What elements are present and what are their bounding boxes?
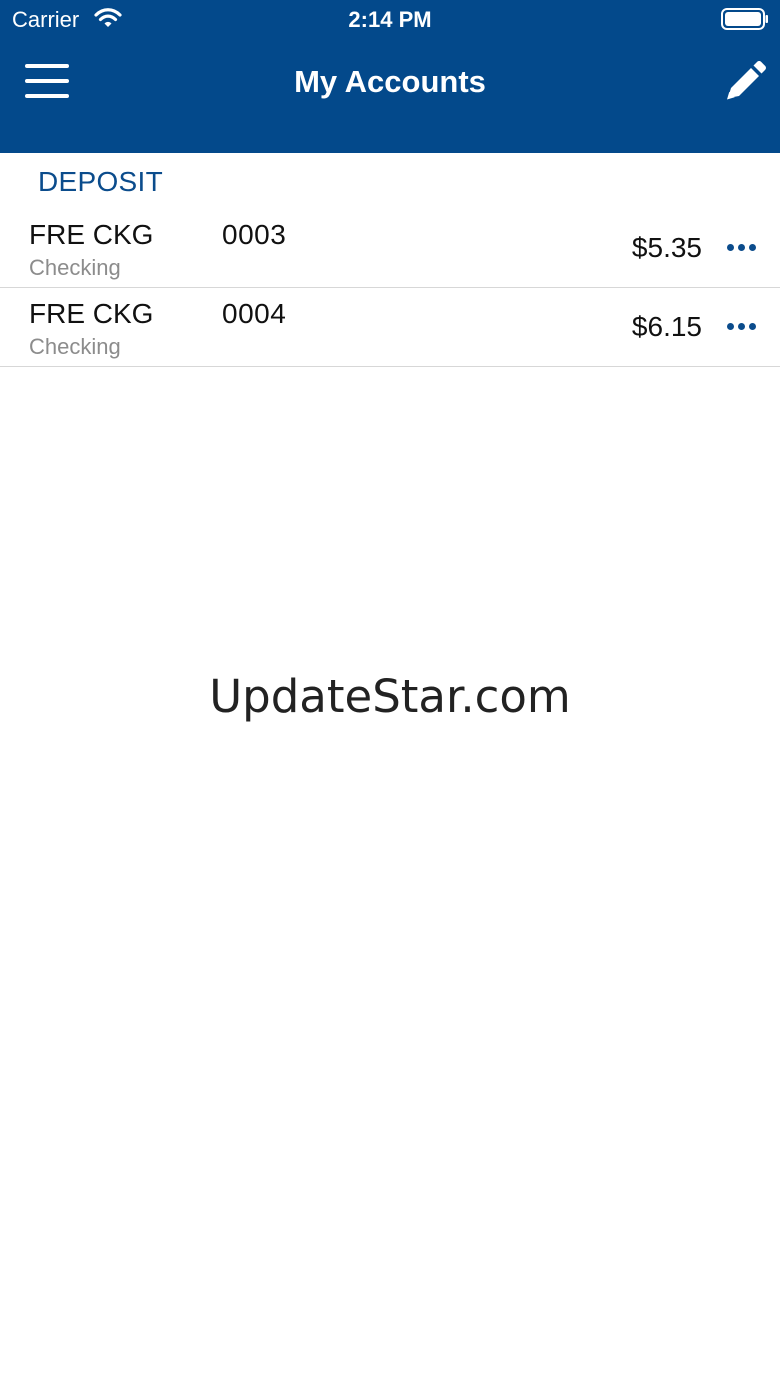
more-dots-icon[interactable] — [724, 318, 760, 336]
account-row[interactable]: FRE CKG Checking 0004 $6.15 — [0, 288, 780, 367]
account-list: FRE CKG Checking 0003 $5.35 FRE CKG Chec… — [0, 209, 780, 367]
account-type: Checking — [29, 334, 121, 359]
more-dots-icon[interactable] — [724, 239, 760, 257]
section-title-deposit: DEPOSIT — [38, 166, 164, 197]
watermark: UpdateStar.com — [209, 670, 571, 723]
status-bar: Carrier 2:14 PM — [0, 0, 780, 40]
pencil-icon[interactable] — [720, 60, 768, 106]
account-type: Checking — [29, 255, 121, 280]
battery-icon — [721, 8, 768, 30]
account-row[interactable]: FRE CKG Checking 0003 $5.35 — [0, 209, 780, 288]
status-time: 2:14 PM — [348, 7, 432, 32]
account-balance: $6.15 — [631, 311, 702, 342]
account-number: 0004 — [222, 298, 287, 329]
account-number: 0003 — [222, 219, 287, 250]
account-balance: $5.35 — [631, 232, 702, 263]
app-header: Carrier 2:14 PM My Accounts — [0, 0, 780, 153]
page-title: My Accounts — [294, 64, 486, 99]
account-name: FRE CKG — [29, 298, 154, 329]
account-name: FRE CKG — [29, 219, 154, 250]
